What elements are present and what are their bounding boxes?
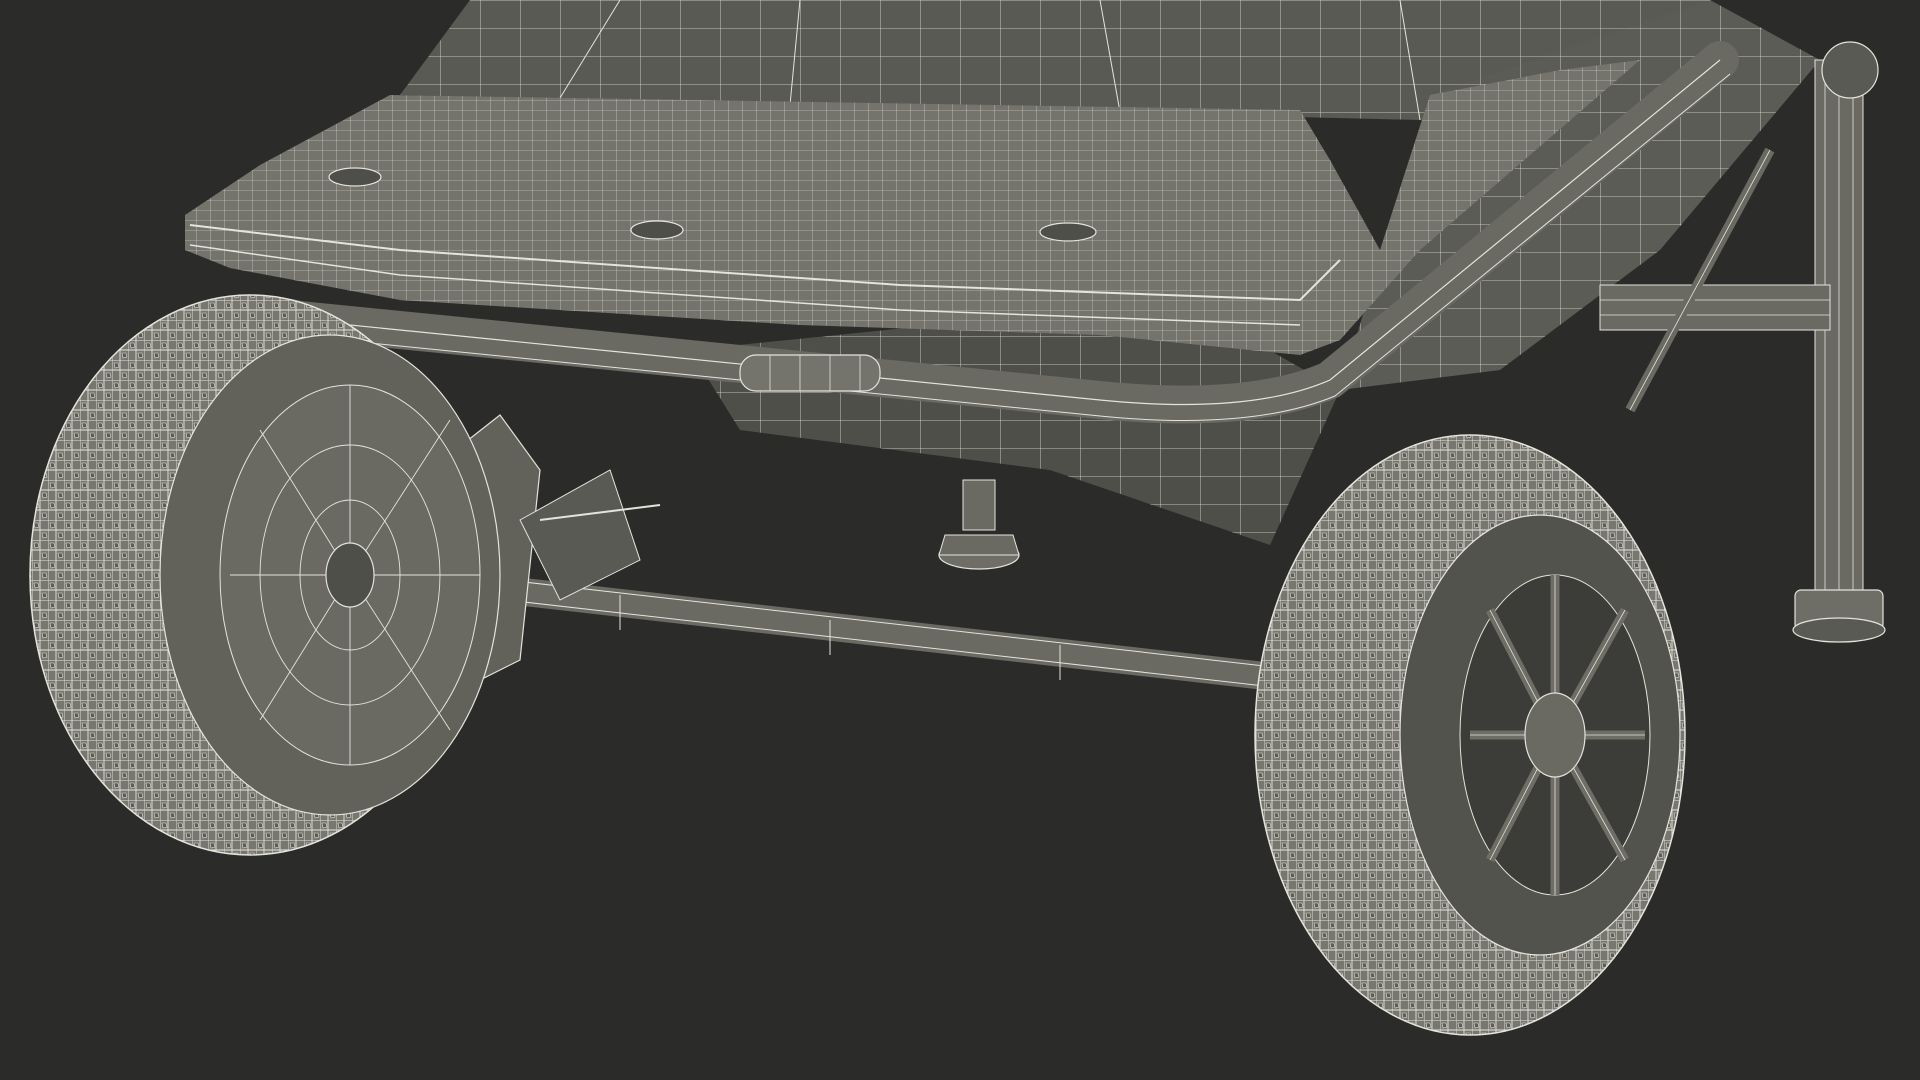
left-wheel [29, 294, 501, 856]
wireframe-scene [29, 0, 1886, 1036]
hinge-cylinder [739, 354, 881, 392]
center-foot [938, 479, 1020, 570]
render-viewport [0, 0, 1920, 1080]
right-wheel [1254, 434, 1686, 1036]
